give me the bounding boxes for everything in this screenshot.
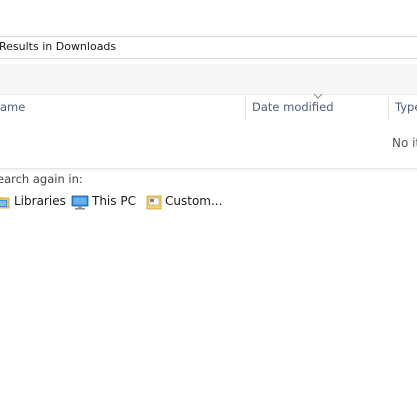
no-items-message: No it bbox=[392, 136, 417, 150]
column-header-type-label: Type bbox=[395, 100, 417, 114]
search-again-this-pc-link[interactable]: This PC bbox=[71, 192, 137, 212]
results-list: No it bbox=[0, 120, 417, 169]
custom-label: Custom... bbox=[165, 194, 223, 208]
search-again-links: Libraries This PC Custom... bbox=[0, 192, 417, 212]
address-bar[interactable]: Results in Downloads bbox=[0, 36, 417, 59]
toolbar-band bbox=[0, 64, 417, 95]
libraries-label: Libraries bbox=[14, 194, 66, 208]
sort-chevron-icon bbox=[313, 93, 323, 99]
explorer-window: Results in Downloads ame Date modified T… bbox=[0, 0, 417, 411]
computer-icon bbox=[71, 195, 89, 210]
column-header-type[interactable]: Type bbox=[388, 95, 417, 120]
column-header-name-label: ame bbox=[0, 100, 26, 114]
search-again-custom-link[interactable]: Custom... bbox=[146, 192, 223, 212]
column-header-name[interactable]: ame bbox=[0, 95, 244, 120]
this-pc-label: This PC bbox=[92, 194, 136, 208]
column-header-date-modified[interactable]: Date modified bbox=[245, 93, 389, 120]
column-header-date-modified-label: Date modified bbox=[252, 100, 334, 114]
address-text: Results in Downloads bbox=[0, 40, 117, 53]
search-again-label: earch again in: bbox=[0, 172, 83, 186]
search-again-libraries-link[interactable]: Libraries bbox=[0, 192, 66, 212]
column-header-row: ame Date modified Type bbox=[0, 93, 417, 120]
custom-folder-icon bbox=[146, 195, 162, 210]
title-bar bbox=[0, 0, 417, 36]
libraries-icon bbox=[0, 197, 10, 209]
